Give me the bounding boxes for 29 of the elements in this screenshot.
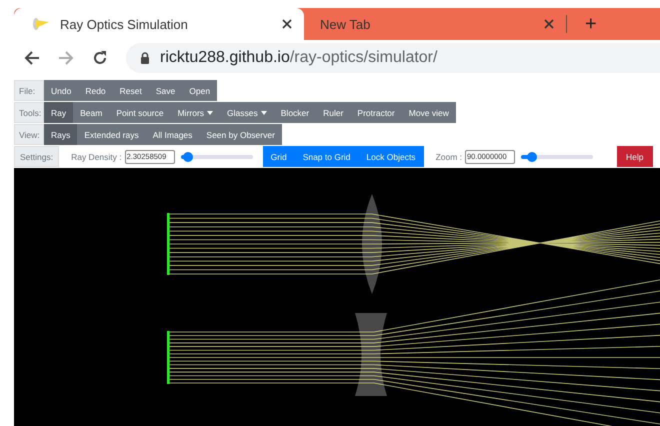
slider-thumb[interactable]	[182, 152, 193, 162]
browser-tab[interactable]: New Tab	[304, 8, 566, 40]
concave-lens[interactable]	[355, 313, 387, 396]
tab-title: New Tab	[320, 16, 372, 32]
ray-density-label: Ray Density :	[71, 152, 122, 162]
slider-thumb[interactable]	[526, 152, 537, 162]
forward-icon[interactable]	[58, 51, 74, 65]
row-label: File:	[14, 80, 44, 101]
row-label: View:	[14, 124, 44, 145]
tab-title: Ray Optics Simulation	[60, 16, 189, 32]
caret-icon	[260, 110, 267, 114]
row-label: Tools:	[14, 102, 44, 123]
new-tab-button[interactable]: +	[567, 12, 615, 36]
reload-icon[interactable]	[92, 50, 108, 66]
slider[interactable]	[521, 154, 594, 158]
browser-tab[interactable]: Ray Optics Simulation	[14, 8, 304, 40]
back-icon[interactable]	[24, 51, 40, 65]
zoom-label: Zoom :	[436, 152, 462, 162]
address-field[interactable]: ricktu288.github.io/ray-optics/simulator/	[126, 43, 660, 73]
slider[interactable]	[180, 154, 253, 158]
lock-icon	[140, 52, 150, 64]
row-label: Settings:	[14, 146, 60, 167]
toolbar-button[interactable]: Ray	[44, 102, 74, 123]
convex-lens[interactable]	[362, 194, 382, 294]
toolbar-button[interactable]: Rays	[44, 124, 78, 145]
close-icon[interactable]	[282, 19, 292, 29]
app-logo-icon	[30, 17, 50, 31]
caret-icon	[207, 110, 214, 114]
help-button[interactable]: Help	[617, 146, 652, 167]
